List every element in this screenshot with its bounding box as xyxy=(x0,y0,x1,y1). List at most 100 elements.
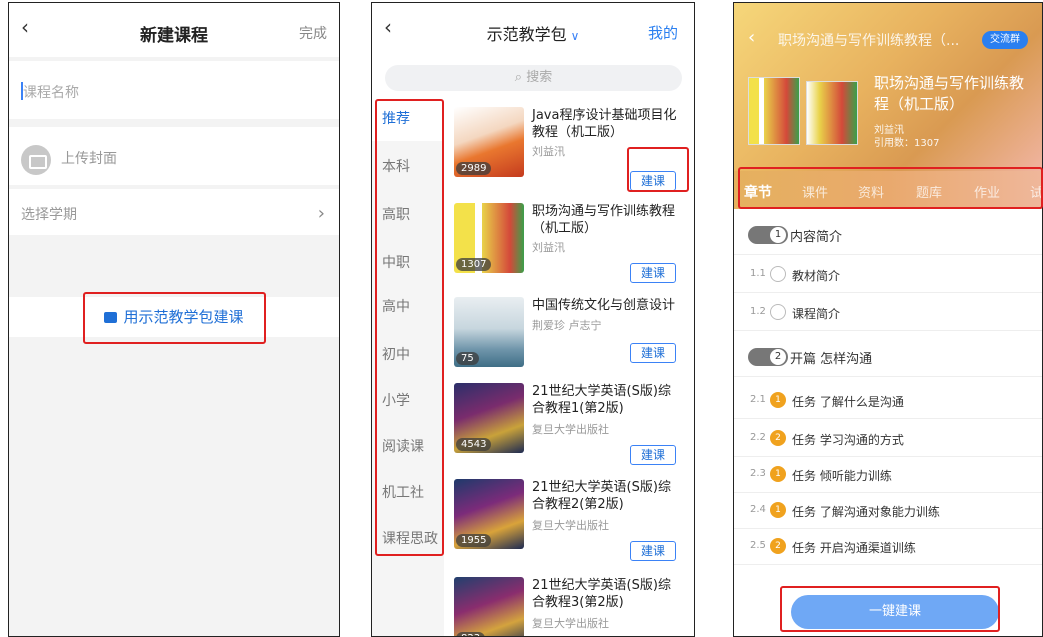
category-item[interactable]: 课程思政 xyxy=(372,517,444,561)
book-title: 中国传统文化与创意设计 xyxy=(532,298,676,313)
demo-pack-screen: ‹ 示范教学包 ∨ 我的 ⌕ 搜索 推荐 本科 高职 中职 高中 初中 小学 阅读… xyxy=(371,2,695,637)
lesson-title: 任务 倾听能力训练 xyxy=(792,469,892,483)
book-cover: 823 xyxy=(454,577,524,636)
header: ‹ 新建课程 完成 xyxy=(9,3,339,57)
book-title: 21世纪大学英语(S版)综合教程3(第2版) xyxy=(532,578,671,610)
one-click-create-button[interactable]: 一键建课 xyxy=(791,595,999,629)
lesson-item[interactable]: 2.4 1 任务 了解沟通对象能力训练 xyxy=(734,493,1042,529)
lesson-title: 任务 了解沟通对象能力训练 xyxy=(792,505,940,519)
create-course-button[interactable]: 建课 xyxy=(630,445,676,465)
lesson-title: 任务 学习沟通的方式 xyxy=(792,433,904,447)
book-author: 复旦大学出版社 xyxy=(532,423,609,436)
lesson-number: 2.4 xyxy=(750,504,766,515)
lesson-number: 2.3 xyxy=(750,468,766,479)
chapter-section[interactable]: 1 内容简介 xyxy=(734,215,1042,255)
choose-term-row[interactable]: 选择学期 › xyxy=(9,189,339,235)
upload-cover-row[interactable]: 上传封面 xyxy=(9,127,339,185)
task-badge-icon: 2 xyxy=(770,538,786,554)
book-author: 荆爱珍 卢志宁 xyxy=(532,319,602,332)
lesson-number: 2.1 xyxy=(750,394,766,405)
category-item[interactable]: 本科 xyxy=(372,145,444,189)
lesson-number: 2.2 xyxy=(750,432,766,443)
nav-title: 职场沟通与写作训练教程（... xyxy=(778,33,960,49)
chevron-right-icon: › xyxy=(317,203,325,224)
book-item[interactable]: 2989 Java程序设计基础项目化教程（机工版） 刘益汛 建课 xyxy=(454,107,686,195)
cover-front xyxy=(748,77,800,145)
usage-count: 2989 xyxy=(456,162,492,175)
camera-icon xyxy=(21,145,51,175)
tab-slides[interactable]: 课件 xyxy=(802,182,828,201)
usage-count: 4543 xyxy=(456,438,492,451)
book-item[interactable]: 75 中国传统文化与创意设计 荆爱珍 卢志宁 建课 xyxy=(454,297,686,385)
book-title: Java程序设计基础项目化教程（机工版） xyxy=(532,108,677,140)
book-cover: 2989 xyxy=(454,107,524,177)
use-demo-pack-button[interactable]: 用示范教学包建课 xyxy=(9,297,339,337)
cover-back xyxy=(806,81,858,145)
lesson-item[interactable]: 2.5 2 任务 开启沟通渠道训练 xyxy=(734,529,1042,565)
create-course-button[interactable]: 建课 xyxy=(630,171,676,191)
tab-homework[interactable]: 作业 xyxy=(974,182,1000,201)
category-item[interactable]: 机工社 xyxy=(372,471,444,515)
chapter-section[interactable]: 2 开篇 怎样沟通 xyxy=(734,337,1042,377)
page-title: 新建课程 xyxy=(140,26,208,46)
lesson-title: 课程简介 xyxy=(792,307,841,321)
mine-link[interactable]: 我的 xyxy=(648,22,678,43)
lesson-number: 1.2 xyxy=(750,306,766,317)
book-author: 刘益汛 xyxy=(532,241,565,254)
book-title: 21世纪大学英语(S版)综合教程1(第2版) xyxy=(532,384,671,416)
usage-count: 75 xyxy=(456,352,479,365)
lesson-item[interactable]: 2.1 1 任务 了解什么是沟通 xyxy=(734,383,1042,419)
category-item[interactable]: 阅读课 xyxy=(372,425,444,469)
tab-question-bank[interactable]: 题库 xyxy=(916,182,942,201)
book-item[interactable]: 823 21世纪大学英语(S版)综合教程3(第2版) 复旦大学出版社 xyxy=(454,577,686,636)
chapter-number-badge: 1 xyxy=(748,226,788,244)
course-name-field[interactable]: 课程名称 xyxy=(9,61,339,119)
package-icon xyxy=(104,312,118,323)
course-name-placeholder: 课程名称 xyxy=(23,85,79,101)
back-icon[interactable]: ‹ xyxy=(748,27,755,48)
done-button[interactable]: 完成 xyxy=(299,23,327,43)
lesson-item[interactable]: 1.1 教材简介 xyxy=(734,257,1042,293)
header: ‹ 示范教学包 ∨ 我的 xyxy=(372,3,694,57)
tab-chapters[interactable]: 章节 xyxy=(744,182,772,202)
use-demo-pack-label: 用示范教学包建课 xyxy=(123,308,244,326)
book-cover: 4543 xyxy=(454,383,524,453)
citation-count: 引用数：1307 xyxy=(874,138,940,149)
course-pack-detail-screen: ‹ 职场沟通与写作训练教程（... 交流群 职场沟通与写作训练教程（机工版） 刘… xyxy=(733,2,1043,637)
search-icon: ⌕ xyxy=(514,70,527,85)
tab-exam[interactable]: 试 xyxy=(1030,182,1042,201)
lesson-item[interactable]: 2.3 1 任务 倾听能力训练 xyxy=(734,457,1042,493)
chat-group-button[interactable]: 交流群 xyxy=(982,31,1028,49)
book-cover: 75 xyxy=(454,297,524,367)
empty-circle-icon xyxy=(770,266,786,282)
category-item[interactable]: 中职 xyxy=(372,241,444,285)
page-title: 示范教学包 xyxy=(486,25,567,44)
lesson-item[interactable]: 1.2 课程简介 xyxy=(734,295,1042,331)
book-author: 刘益汛 xyxy=(532,145,565,158)
book-author: 复旦大学出版社 xyxy=(532,519,609,532)
category-item[interactable]: 小学 xyxy=(372,379,444,423)
tab-materials[interactable]: 资料 xyxy=(858,182,884,201)
category-item[interactable]: 高职 xyxy=(372,193,444,237)
search-input[interactable]: ⌕ 搜索 xyxy=(385,65,682,91)
chapter-number-badge: 2 xyxy=(748,348,788,366)
book-item[interactable]: 1307 职场沟通与写作训练教程（机工版） 刘益汛 建课 xyxy=(454,203,686,291)
category-item[interactable]: 高中 xyxy=(372,285,444,329)
create-course-button[interactable]: 建课 xyxy=(630,541,676,561)
usage-count: 1955 xyxy=(456,534,492,547)
book-item[interactable]: 1955 21世纪大学英语(S版)综合教程2(第2版) 复旦大学出版社 建课 xyxy=(454,479,686,567)
category-sidebar: 推荐 本科 高职 中职 高中 初中 小学 阅读课 机工社 课程思政 xyxy=(372,97,444,636)
chapter-title: 内容简介 xyxy=(790,230,843,245)
book-item[interactable]: 4543 21世纪大学英语(S版)综合教程1(第2版) 复旦大学出版社 建课 xyxy=(454,383,686,471)
category-item[interactable]: 推荐 xyxy=(372,97,444,141)
category-item[interactable]: 初中 xyxy=(372,333,444,377)
create-course-button[interactable]: 建课 xyxy=(630,263,676,283)
book-title: 21世纪大学英语(S版)综合教程2(第2版) xyxy=(532,480,671,512)
create-course-button[interactable]: 建课 xyxy=(630,343,676,363)
empty-circle-icon xyxy=(770,304,786,320)
lesson-item[interactable]: 2.2 2 任务 学习沟通的方式 xyxy=(734,421,1042,457)
task-badge-icon: 1 xyxy=(770,392,786,408)
page-title-dropdown[interactable]: 示范教学包 ∨ xyxy=(372,21,694,45)
book-cover: 1307 xyxy=(454,203,524,273)
hero-banner: ‹ 职场沟通与写作训练教程（... 交流群 职场沟通与写作训练教程（机工版） 刘… xyxy=(734,3,1042,171)
